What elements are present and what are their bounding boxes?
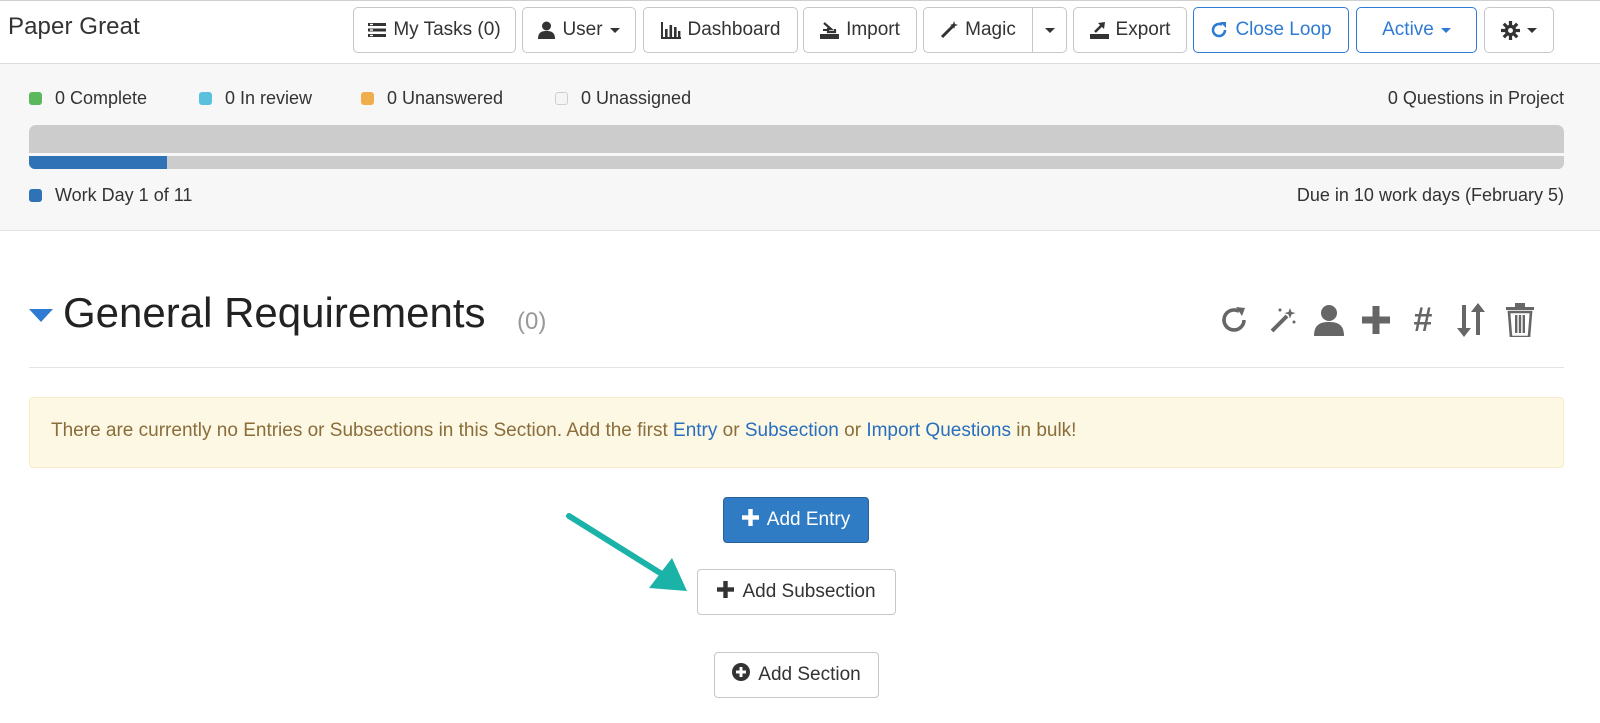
add-entry-link[interactable]: Entry xyxy=(673,420,717,441)
add-entry-label: Add Entry xyxy=(766,509,851,530)
sort-icon[interactable] xyxy=(1455,302,1487,338)
project-status-panel: 0 Complete 0 In review 0 Unanswered 0 Un… xyxy=(0,64,1600,231)
magic-button[interactable]: Magic xyxy=(923,7,1033,53)
add-entry-button[interactable]: Add Entry xyxy=(723,497,869,543)
export-label: Export xyxy=(1115,19,1171,40)
hash-icon[interactable]: # xyxy=(1407,301,1439,339)
close-loop-button[interactable]: Close Loop xyxy=(1193,7,1349,53)
legend-complete-label: 0 Complete xyxy=(55,88,148,108)
question-status-bar xyxy=(29,125,1564,153)
alert-text-after: in bulk! xyxy=(1010,420,1077,441)
plus-icon xyxy=(741,508,759,532)
workday-dot xyxy=(29,189,42,202)
dashboard-button[interactable]: Dashboard xyxy=(643,7,798,53)
magic-wand-icon[interactable] xyxy=(1267,302,1299,338)
refresh-icon[interactable] xyxy=(1218,302,1250,338)
settings-dropdown-button[interactable] xyxy=(1484,7,1554,53)
user-icon xyxy=(538,21,556,39)
export-button[interactable]: Export xyxy=(1073,7,1187,53)
due-date-label: Due in 10 work days (February 5) xyxy=(1296,185,1564,205)
workday-label: Work Day 1 of 11 xyxy=(55,185,193,205)
complete-dot xyxy=(29,92,42,105)
alert-or-2: or xyxy=(838,420,867,441)
refresh-icon xyxy=(1210,21,1228,39)
chevron-down-icon xyxy=(1044,27,1055,33)
tasks-icon xyxy=(368,22,387,38)
add-subsection-link[interactable]: Subsection xyxy=(745,420,839,441)
unassigned-dot xyxy=(555,92,568,105)
active-status-dropdown[interactable]: Active xyxy=(1356,7,1477,53)
user-icon[interactable] xyxy=(1313,302,1345,338)
import-icon xyxy=(820,21,840,39)
workday-progress-bar xyxy=(29,156,1564,169)
add-subsection-label: Add Subsection xyxy=(742,581,876,602)
plus-icon[interactable] xyxy=(1360,302,1392,338)
legend-unanswered: 0 Unanswered xyxy=(361,88,503,109)
user-label: User xyxy=(562,19,603,40)
my-tasks-button[interactable]: My Tasks (0) xyxy=(353,7,516,53)
legend-unassigned: 0 Unassigned xyxy=(555,88,691,109)
my-tasks-label: My Tasks (0) xyxy=(393,19,501,40)
legend-unassigned-label: 0 Unassigned xyxy=(581,88,692,108)
magic-wand-icon xyxy=(940,21,959,39)
trash-icon[interactable] xyxy=(1504,302,1536,338)
export-icon xyxy=(1089,21,1109,39)
section-header: General Requirements (0) # xyxy=(29,289,1564,368)
collapse-toggle-icon[interactable] xyxy=(29,309,53,322)
import-label: Import xyxy=(846,19,900,40)
dashboard-label: Dashboard xyxy=(687,19,781,40)
top-navbar: Paper Great My Tasks (0) User Dashboard … xyxy=(0,0,1600,64)
section-title: General Requirements xyxy=(63,289,486,336)
plus-icon xyxy=(717,580,735,604)
user-dropdown-button[interactable]: User xyxy=(522,7,636,53)
legend-unanswered-label: 0 Unanswered xyxy=(387,88,504,108)
workday-indicator: Work Day 1 of 11 xyxy=(29,185,192,206)
workday-progress-fill xyxy=(29,156,168,169)
empty-section-alert: There are currently no Entries or Subsec… xyxy=(29,397,1564,468)
plus-circle-icon xyxy=(732,663,751,687)
chevron-down-icon xyxy=(1527,27,1537,33)
app-title: Paper Great xyxy=(8,13,140,40)
annotation-arrow-icon xyxy=(566,513,687,591)
import-button[interactable]: Import xyxy=(803,7,917,53)
legend-in-review: 0 In review xyxy=(199,88,312,109)
add-subsection-button[interactable]: Add Subsection xyxy=(697,569,896,615)
add-section-button[interactable]: Add Section xyxy=(714,652,879,698)
magic-label: Magic xyxy=(965,19,1016,40)
section-question-count: (0) xyxy=(517,308,547,335)
chevron-down-icon xyxy=(1440,27,1451,33)
add-section-label: Add Section xyxy=(758,664,861,685)
active-label: Active xyxy=(1382,19,1434,40)
chevron-down-icon xyxy=(609,27,620,33)
alert-or-1: or xyxy=(717,420,745,441)
legend-in-review-label: 0 In review xyxy=(225,88,313,108)
bar-chart-icon xyxy=(660,21,681,39)
in-review-dot xyxy=(199,92,212,105)
import-questions-link[interactable]: Import Questions xyxy=(866,420,1011,441)
alert-text-before: There are currently no Entries or Subsec… xyxy=(51,420,674,441)
magic-dropdown-toggle[interactable] xyxy=(1032,7,1067,53)
legend-complete: 0 Complete xyxy=(29,88,147,109)
gear-icon xyxy=(1501,20,1520,40)
questions-in-project: 0 Questions in Project xyxy=(1387,88,1564,108)
close-loop-label: Close Loop xyxy=(1235,19,1332,40)
unanswered-dot xyxy=(361,92,374,105)
